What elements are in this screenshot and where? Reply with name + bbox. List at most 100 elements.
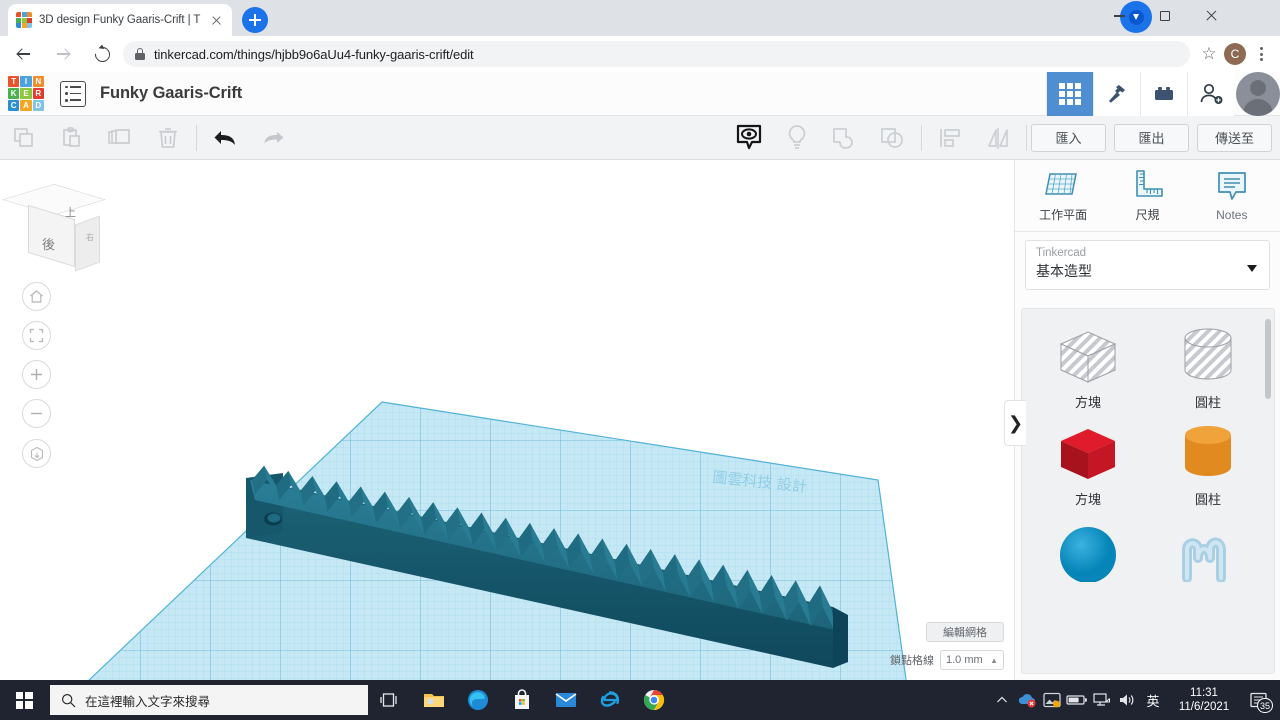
blue-sphere-glyph (1060, 527, 1116, 582)
shape-item-red-box[interactable]: 方塊 (1028, 420, 1148, 515)
view-callout-icon[interactable] (725, 116, 773, 160)
monitor-network-glyph (1093, 693, 1111, 706)
window-close-button[interactable] (1188, 0, 1234, 32)
tray-expand-icon[interactable] (990, 680, 1014, 720)
new-tab-button[interactable] (242, 7, 268, 33)
chrome-tabstrip: 3D design Funky Gaaris-Crift | T (0, 0, 1280, 36)
zoom-out-button[interactable] (22, 399, 51, 428)
clock-time: 11:31 (1190, 687, 1218, 699)
fit-view-button[interactable] (22, 321, 51, 350)
align-glyph (940, 128, 960, 147)
send-to-button[interactable]: 傳送至 (1197, 123, 1272, 152)
ungroup-icon[interactable] (869, 116, 917, 160)
network-icon[interactable] (1090, 680, 1114, 720)
folder-glyph (424, 694, 444, 707)
workplane-tool[interactable]: 工作平面 (1026, 168, 1100, 223)
back-button[interactable] (9, 39, 39, 69)
battery-glyph (1066, 695, 1087, 705)
delete-icon[interactable] (144, 116, 192, 160)
design-list-icon[interactable] (60, 80, 86, 107)
chrome-icon[interactable] (632, 680, 676, 720)
undo-icon[interactable] (201, 116, 249, 160)
internet-explorer-icon[interactable] (588, 680, 632, 720)
start-button[interactable] (0, 680, 48, 720)
shape-library-select[interactable]: Tinkercad 基本造型 (1025, 240, 1270, 290)
close-icon[interactable] (208, 12, 224, 28)
reload-button[interactable] (87, 39, 117, 69)
paste-icon[interactable] (48, 116, 96, 160)
shape-grid: 方塊 圓柱 方塊 圓柱 (1022, 309, 1274, 612)
tinkercad-logo[interactable]: TINKERCAD (6, 74, 46, 114)
shape-item-blue-sphere[interactable] (1028, 517, 1148, 612)
logo-letter-k: K (8, 87, 20, 100)
mail-icon[interactable] (544, 680, 588, 720)
minecraft-hammer-icon[interactable] (1093, 71, 1140, 116)
edge-glyph (468, 690, 488, 710)
taskbar-search-input[interactable]: 在這裡輸入文字來搜尋 (50, 685, 368, 715)
align-icon[interactable] (926, 116, 974, 160)
snap-grid-select[interactable]: 1.0 mm ▲ (940, 650, 1004, 670)
copy-icon[interactable] (0, 116, 48, 160)
edit-grid-button[interactable]: 編輯網格 (926, 622, 1004, 642)
shape-item-hole-box[interactable]: 方塊 (1028, 323, 1148, 418)
ruler-tool[interactable]: 尺規 (1110, 168, 1184, 223)
forward-button[interactable] (48, 39, 78, 69)
export-button[interactable]: 匯出 (1114, 123, 1189, 152)
3d-canvas[interactable]: 圖雲科技 設計 上 後 右 編輯網格 鎖點格線 1.0 mm ▲ (0, 160, 1014, 680)
grid-glyph (1059, 82, 1081, 105)
group-glyph (833, 127, 853, 149)
edge-icon[interactable] (456, 680, 500, 720)
import-button[interactable]: 匯入 (1031, 123, 1106, 152)
home-icon (30, 290, 43, 303)
shape-library-scrollbar[interactable] (1265, 319, 1271, 399)
fit-icon (29, 328, 44, 343)
view-cube[interactable]: 上 後 右 (2, 182, 108, 272)
redo-icon[interactable] (249, 116, 297, 160)
ortho-perspective-button[interactable] (22, 439, 51, 468)
taskbar-search-placeholder: 在這裡輸入文字來搜尋 (85, 694, 211, 709)
task-view-icon[interactable] (368, 680, 412, 720)
snap-grid-value: 1.0 mm (946, 654, 983, 666)
window-close-icon (1205, 10, 1217, 22)
shape-item-orange-cylinder[interactable]: 圓柱 (1148, 420, 1268, 515)
invite-person-icon[interactable] (1187, 71, 1234, 116)
view-cube-side-face[interactable] (75, 215, 100, 272)
browser-window: 3D design Funky Gaaris-Crift | T tinkerc… (0, 0, 1280, 720)
shape-item-scribble[interactable] (1148, 517, 1268, 612)
shape-item-hole-cylinder[interactable]: 圓柱 (1148, 323, 1268, 418)
panel-collapse-handle[interactable]: ❯ (1004, 400, 1026, 446)
grid-icon[interactable] (1046, 71, 1093, 116)
lightbulb-icon[interactable] (773, 116, 821, 160)
home-view-button[interactable] (22, 282, 51, 311)
browser-tab-title: 3D design Funky Gaaris-Crift | T (39, 14, 201, 26)
shape-library[interactable]: 方塊 圓柱 方塊 圓柱 (1021, 308, 1275, 674)
zoom-in-button[interactable] (22, 360, 51, 389)
workplane-icon (1045, 173, 1078, 195)
minimize-button[interactable] (1096, 0, 1142, 32)
group-icon[interactable] (821, 116, 869, 160)
bookmark-star-icon[interactable]: ☆ (1196, 41, 1222, 67)
battery-icon[interactable] (1065, 680, 1089, 720)
volume-icon[interactable] (1115, 680, 1139, 720)
mirror-icon[interactable] (974, 116, 1022, 160)
address-bar[interactable]: tinkercad.com/things/hjbb9o6aUu4-funky-g… (123, 41, 1190, 67)
arrow-left-icon (17, 47, 31, 61)
file-explorer-icon[interactable] (412, 680, 456, 720)
notification-center-button[interactable]: 35 (1244, 680, 1274, 720)
user-avatar[interactable] (1236, 71, 1280, 116)
notes-tool[interactable]: Notes (1195, 170, 1269, 222)
onedrive-icon[interactable] (1015, 680, 1039, 720)
trash-glyph (159, 127, 177, 148)
photo-app-icon[interactable] (1040, 680, 1064, 720)
taskbar-clock[interactable]: 11:31 11/6/2021 (1167, 686, 1243, 714)
chrome-menu-button[interactable] (1248, 41, 1274, 67)
duplicate-icon[interactable] (96, 116, 144, 160)
ime-language-indicator[interactable]: 英 (1140, 680, 1166, 720)
lego-brick-icon[interactable] (1140, 71, 1187, 116)
search-icon (61, 693, 76, 707)
chrome-profile-avatar[interactable]: C (1224, 43, 1246, 65)
browser-tab[interactable]: 3D design Funky Gaaris-Crift | T (8, 4, 232, 36)
microsoft-store-icon[interactable] (500, 680, 544, 720)
maximize-button[interactable] (1142, 0, 1188, 32)
tinkercad-toolbar: 匯入 匯出 傳送至 (0, 116, 1280, 160)
